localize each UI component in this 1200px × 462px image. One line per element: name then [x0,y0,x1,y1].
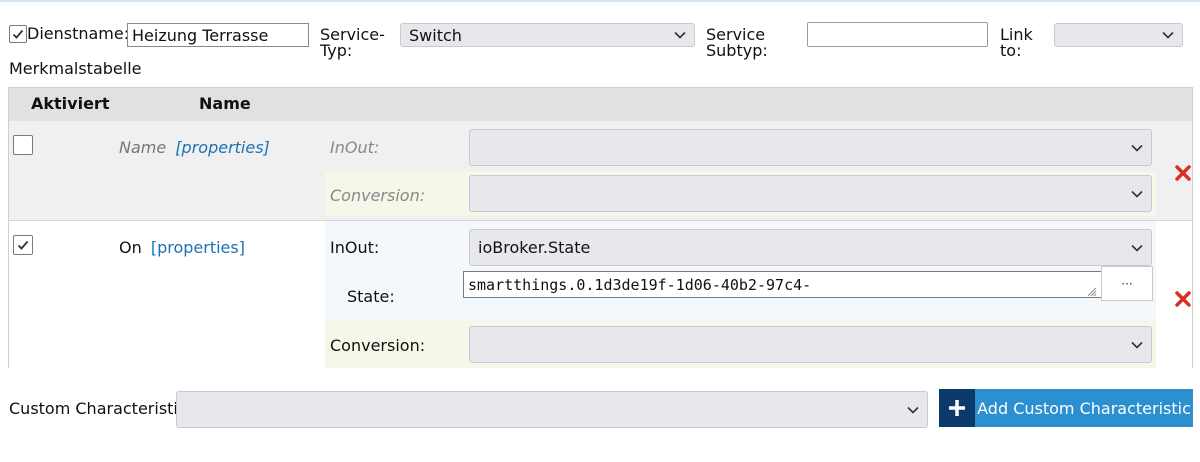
service-typ-label-line2: Typ: [320,41,353,60]
table-row: On [properties] InOut: ioBroker.State St… [9,221,1192,368]
checkmark-icon [12,29,24,39]
more-icon: ··· [1121,276,1133,291]
properties-link[interactable]: [properties] [151,238,245,257]
link-to-select[interactable] [1054,23,1183,47]
inout-label: InOut: [330,138,380,157]
column-header-aktiviert: Aktiviert [31,94,110,113]
add-button-label: Add Custom Characteristic [977,398,1191,418]
properties-link[interactable]: [properties] [175,138,269,157]
add-icon-button[interactable] [939,389,975,427]
top-border [0,0,1200,2]
row-checkbox[interactable] [13,235,33,255]
delete-icon[interactable] [1175,291,1191,307]
inout-select[interactable]: ioBroker.State [469,229,1152,266]
add-custom-characteristic-button[interactable]: Add Custom Characteristic [975,389,1193,427]
inout-label: InOut: [330,238,380,257]
chevron-down-icon [1131,144,1143,152]
table-header: Aktiviert Name [9,88,1192,121]
chevron-down-icon [674,31,686,39]
conversion-label: Conversion: [330,336,426,355]
inout-value: ioBroker.State [478,238,591,257]
chevron-down-icon [1162,31,1174,39]
plus-icon [949,400,965,416]
dienstname-input[interactable]: Heizung Terrasse [127,23,309,47]
inout-select[interactable] [469,129,1152,166]
chevron-down-icon [907,406,919,414]
column-header-name: Name [199,94,251,113]
link-to-label-line2: to: [1000,41,1022,60]
service-subtyp-label-line2: Subtyp: [706,41,768,60]
conversion-select[interactable] [469,326,1152,363]
dienstname-checkbox[interactable] [9,25,27,43]
conversion-label: Conversion: [330,186,426,205]
characteristic-name: On [119,238,142,257]
custom-characteristic-label: Custom Characteristic [9,399,187,418]
section-title: Merkmalstabelle [9,59,142,78]
chevron-down-icon [1131,244,1143,252]
row-name: On [properties] [119,240,245,256]
characteristic-name: Name [119,138,167,157]
conversion-select[interactable] [469,175,1152,212]
row-checkbox[interactable] [13,135,33,155]
table-row: Name [properties] InOut: Conversion: [9,121,1192,220]
state-browse-button[interactable]: ··· [1101,266,1153,301]
state-input[interactable]: smartthings.0.1d3de19f-1d06-40b2-97c4- [463,271,1102,298]
chevron-down-icon [1131,341,1143,349]
checkmark-icon [17,240,29,250]
row-name: Name [properties] [119,140,270,156]
service-typ-select[interactable]: Switch [400,23,695,47]
service-typ-value: Switch [409,25,462,45]
delete-icon[interactable] [1175,165,1191,181]
dienstname-label: Dienstname: [27,24,130,43]
state-label: State: [347,287,395,306]
service-subtyp-input[interactable] [807,22,988,47]
custom-characteristic-select[interactable] [176,391,928,428]
conversion-panel: Conversion: [325,171,1156,216]
characteristics-table: Aktiviert Name Name [properties] InOut: … [8,87,1193,368]
chevron-down-icon [1131,190,1143,198]
inout-panel: InOut: ioBroker.State State: smartthings… [325,221,1156,321]
conversion-panel: Conversion: [325,321,1156,368]
inout-panel: InOut: [325,121,1156,171]
resize-handle-icon[interactable] [1085,285,1097,297]
